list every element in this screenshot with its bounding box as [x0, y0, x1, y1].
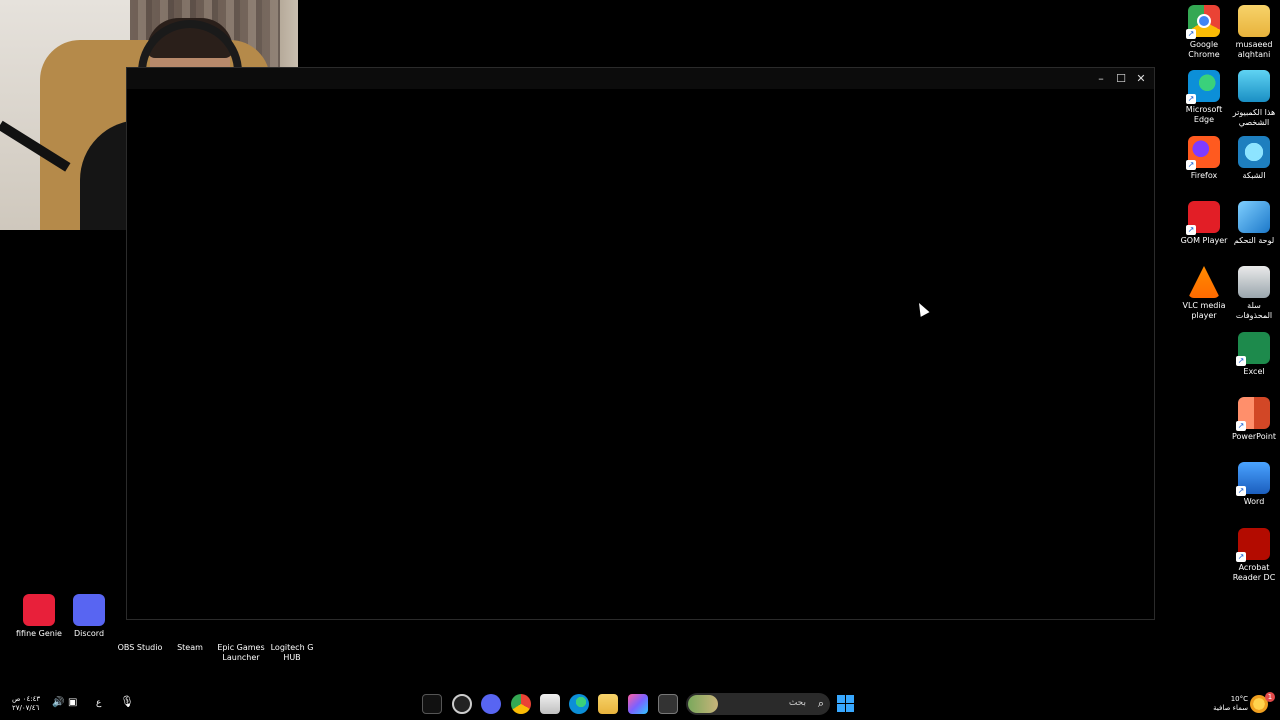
desktop-icon-network[interactable]: الشبكة [1226, 136, 1280, 181]
copilot-icon[interactable] [628, 694, 648, 714]
this-pc-icon [1238, 70, 1270, 102]
network-status-icon[interactable]: ▣ [68, 698, 77, 708]
chrome-icon: ↗ [1186, 5, 1220, 39]
desktop-icon-edge[interactable]: ↗ Microsoft Edge [1176, 70, 1232, 125]
obs-icon [124, 608, 156, 640]
desktop-icon-label: الشبكة [1242, 171, 1266, 180]
desktop-icon-acrobat[interactable]: ↗ Acrobat Reader DC [1226, 528, 1280, 583]
weather-temp: 10°C [1230, 695, 1248, 703]
start-button[interactable] [837, 695, 854, 712]
chrome-icon[interactable] [511, 694, 531, 714]
desktop-icon-this-pc[interactable]: هذا الكمبيوتر الشخصي [1226, 70, 1280, 128]
desktop-icon-label: PowerPoint [1231, 432, 1277, 441]
desktop-icon-label: Word [1243, 497, 1265, 506]
logitech-icon [276, 608, 308, 640]
discord-icon[interactable] [481, 694, 501, 714]
desktop-icon-label: GOM Player [1180, 236, 1228, 245]
desktop-icon-label: musaeed alqhtani [1235, 40, 1273, 59]
edge-icon: ↗ [1186, 70, 1220, 104]
app-window: – ☐ ✕ [126, 67, 1155, 620]
desktop-icon-label: Acrobat Reader DC [1232, 563, 1276, 582]
desktop-icon-powerpoint[interactable]: ↗ PowerPoint [1226, 397, 1280, 442]
volume-icon[interactable]: 🔊 [52, 698, 64, 708]
edge-icon[interactable] [569, 694, 589, 714]
desktop-icon-discord[interactable]: Discord [61, 594, 117, 639]
desktop-icon-word[interactable]: ↗ Word [1226, 462, 1280, 507]
desktop-icon-control-panel[interactable]: لوحة التحكم [1226, 201, 1280, 246]
excel-icon: ↗ [1236, 332, 1270, 366]
word-icon: ↗ [1236, 462, 1270, 496]
steam-icon [174, 608, 206, 640]
desktop-icon-chrome[interactable]: ↗ Google Chrome [1176, 5, 1232, 60]
taskbar: ٠٤:٤٣ ص ٢٧/٠٧/٤٦ 🔊 ▣ ع 🎙 بحث ⌕ 10°C سماء… [0, 688, 1280, 720]
desktop-icon-obs[interactable]: OBS Studio [112, 608, 168, 653]
weather-desc: سماء صافية [1213, 704, 1248, 712]
window-titlebar[interactable]: – ☐ ✕ [127, 68, 1154, 89]
file-explorer-icon[interactable] [598, 694, 618, 714]
desktop-icon-firefox[interactable]: ↗ Firefox [1176, 136, 1232, 181]
desktop-icon-label: لوحة التحكم [1233, 236, 1275, 245]
desktop-icon-label: Google Chrome [1188, 40, 1220, 59]
desktop-icon-label: Logitech G HUB [270, 643, 314, 662]
desktop-icon-label: Firefox [1190, 171, 1218, 180]
windows-logo-icon [837, 695, 845, 703]
desktop-icon-excel[interactable]: ↗ Excel [1226, 332, 1280, 377]
desktop-icon-vlc[interactable]: VLC media player [1176, 266, 1232, 321]
weather-widget[interactable]: 10°C سماء صافية [1204, 695, 1248, 713]
epic-games-icon[interactable] [422, 694, 442, 714]
system-clock[interactable]: ٠٤:٤٣ ص ٢٧/٠٧/٤٦ [12, 695, 40, 713]
powerpoint-icon: ↗ [1236, 397, 1270, 431]
microphone-icon[interactable]: 🎙 [120, 696, 134, 707]
notification-badge: 1 [1265, 692, 1275, 702]
store-icon[interactable] [540, 694, 560, 714]
recycle-bin-icon [1238, 266, 1270, 298]
desktop-icon-epic-games[interactable]: Epic Games Launcher [213, 608, 269, 663]
discord-icon [73, 594, 105, 626]
acrobat-icon: ↗ [1236, 528, 1270, 562]
desktop-icon-label: OBS Studio [117, 643, 163, 652]
desktop-icon-fifine-genie[interactable]: fifine Genie [11, 594, 67, 639]
task-view-icon[interactable] [658, 694, 678, 714]
search-icon: ⌕ [817, 697, 824, 710]
network-icon [1238, 136, 1270, 168]
desktop-icon-steam[interactable]: Steam [162, 608, 218, 653]
control-panel-icon [1238, 201, 1270, 233]
fifine-genie-icon [23, 594, 55, 626]
clock-time: ٠٤:٤٣ ص [12, 695, 41, 703]
desktop-icon-logitech[interactable]: Logitech G HUB [264, 608, 320, 663]
search-input[interactable]: بحث ⌕ [686, 693, 830, 715]
desktop-icon-user-folder[interactable]: musaeed alqhtani [1226, 5, 1280, 60]
gom-player-icon: ↗ [1186, 201, 1220, 235]
input-language[interactable]: ع [96, 699, 101, 708]
desktop-icon-label: Excel [1243, 367, 1265, 376]
obs-icon[interactable] [452, 694, 472, 714]
desktop-icon-recycle-bin[interactable]: سلة المحذوفات [1226, 266, 1280, 321]
folder-icon [1238, 5, 1270, 37]
desktop-icon-label: هذا الكمبيوتر الشخصي [1232, 108, 1276, 127]
desktop-icon-label: Microsoft Edge [1185, 105, 1223, 124]
minimize-button[interactable]: – [1093, 71, 1109, 87]
desktop-icon-label: Discord [73, 629, 105, 638]
close-button[interactable]: ✕ [1133, 71, 1149, 87]
desktop-icon-label: fifine Genie [16, 629, 62, 638]
desktop-icon-label: سلة المحذوفات [1235, 301, 1273, 320]
desktop-icon-label: VLC media player [1182, 301, 1226, 320]
clock-date: ٢٧/٠٧/٤٦ [12, 704, 40, 712]
desktop-icon-label: Steam [177, 643, 203, 652]
desktop-icon-gom-player[interactable]: ↗ GOM Player [1176, 201, 1232, 246]
firefox-icon: ↗ [1186, 136, 1220, 170]
search-highlight-image [688, 695, 718, 713]
search-placeholder: بحث [788, 698, 806, 708]
vlc-icon [1188, 266, 1220, 298]
epic-games-icon [225, 608, 257, 640]
maximize-button[interactable]: ☐ [1113, 71, 1129, 87]
desktop-icon-label: Epic Games Launcher [217, 643, 265, 662]
